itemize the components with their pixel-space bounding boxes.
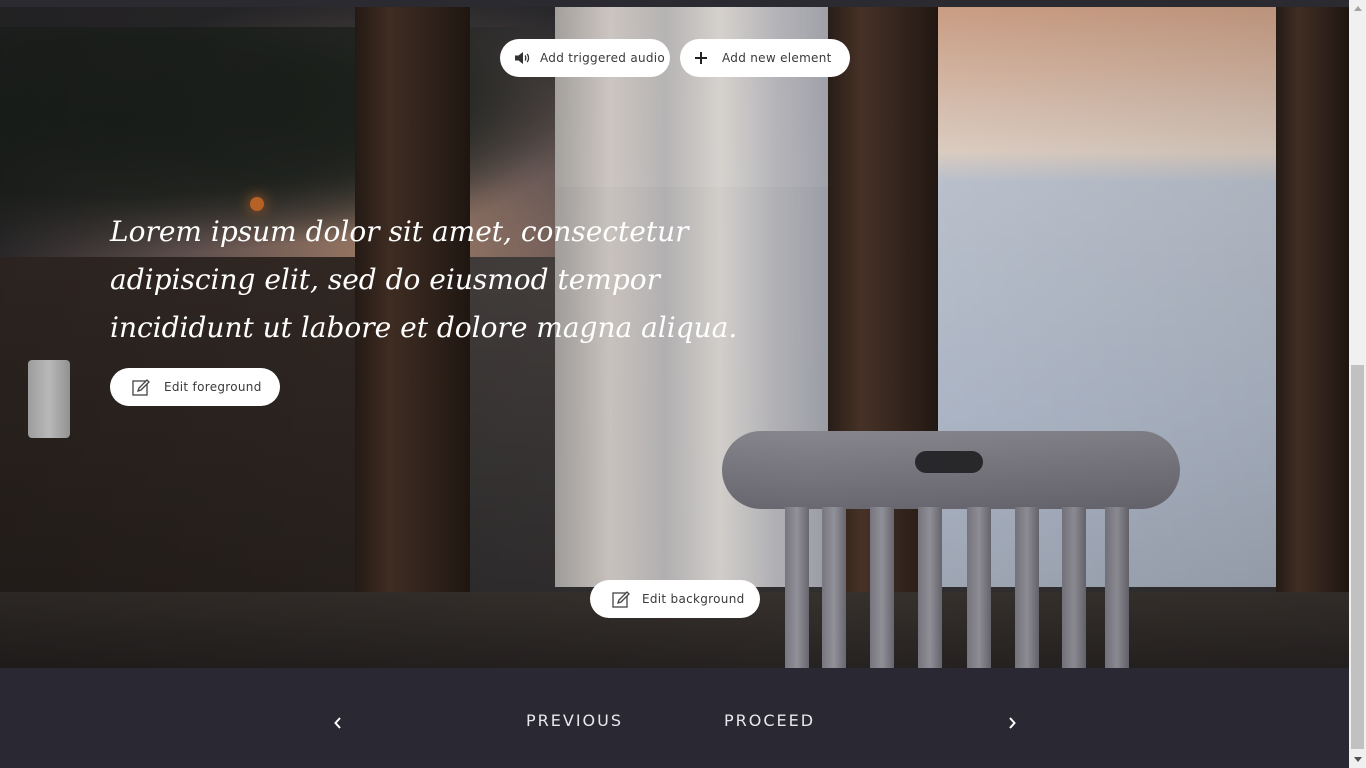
add-new-element-label: Add new element [722,51,832,65]
edit-foreground-button[interactable]: Edit foreground [110,368,280,406]
edit-background-button[interactable]: Edit background [590,580,760,618]
speaker-icon [512,47,534,69]
edit-icon [610,588,632,610]
footer-nav [0,668,1349,768]
add-triggered-audio-label: Add triggered audio [540,51,666,65]
edit-foreground-label: Edit foreground [164,380,262,394]
top-strip [0,0,1349,7]
scroll-down-icon[interactable] [1349,751,1366,768]
add-new-element-button[interactable]: Add new element [680,39,850,77]
quote-text: Lorem ipsum dolor sit amet, consectetur … [110,215,738,344]
scrollbar-thumb[interactable] [1351,365,1364,749]
previous-button[interactable]: PREVIOUS [526,711,623,730]
plus-icon [690,47,712,69]
add-triggered-audio-button[interactable]: Add triggered audio [500,39,670,77]
proceed-button[interactable]: PROCEED [724,711,815,730]
chevron-left-icon[interactable] [328,713,348,733]
edit-background-label: Edit background [642,592,745,606]
edit-icon [130,376,152,398]
scroll-up-icon[interactable] [1349,0,1366,17]
chevron-right-icon[interactable] [1002,713,1022,733]
